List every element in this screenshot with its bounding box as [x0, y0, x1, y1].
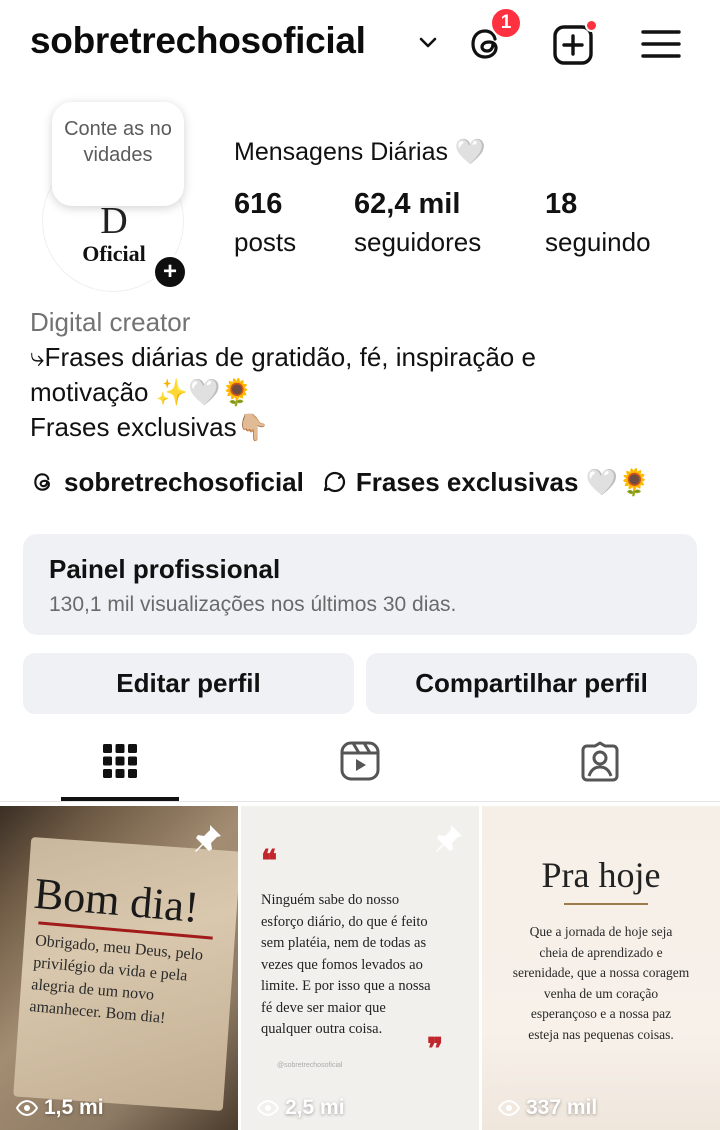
- stat-value: 18: [545, 188, 578, 220]
- dashboard-subtitle: 130,1 mil visualizações nos últimos 30 d…: [49, 593, 457, 616]
- create-notification-dot: [585, 19, 598, 32]
- edit-profile-button[interactable]: Editar perfil: [23, 653, 354, 714]
- open-quote-icon: ❝: [261, 845, 278, 878]
- top-bar: sobretrechosoficial 1: [0, 0, 720, 90]
- share-profile-button[interactable]: Compartilhar perfil: [366, 653, 697, 714]
- eye-icon: [498, 1099, 520, 1117]
- stat-value: 62,4 mil: [354, 188, 461, 220]
- broadcast-channel-icon: [323, 471, 345, 493]
- post-thumbnail[interactable]: ❝ Ninguém sabe do nosso esforço diário, …: [241, 806, 479, 1130]
- following-count[interactable]: 18 seguindo: [545, 188, 651, 258]
- post-underline: [564, 903, 648, 905]
- profile-full-name: Mensagens Diárias 🤍: [234, 138, 487, 166]
- profile-category: Digital creator: [30, 307, 191, 337]
- tab-reels[interactable]: [320, 734, 400, 788]
- post-handle: @sobretrechosoficial: [277, 1062, 343, 1069]
- post-view-count: 1,5 mi: [16, 1096, 104, 1120]
- channel-link[interactable]: Frases exclusivas 🤍🌻: [356, 467, 651, 498]
- stat-label: seguidores: [354, 227, 482, 257]
- threads-icon: [34, 473, 50, 491]
- close-quote-icon: ❞: [427, 1033, 444, 1066]
- stat-label: seguindo: [545, 227, 651, 257]
- pin-icon: [195, 825, 221, 852]
- grid-icon: [103, 744, 137, 778]
- threads-profile-link[interactable]: sobretrechosoficial: [64, 467, 304, 498]
- professional-dashboard[interactable]: Painel profissional 130,1 mil visualizaç…: [23, 534, 697, 635]
- eye-icon: [257, 1099, 279, 1117]
- post-views-value: 2,5 mi: [285, 1096, 345, 1119]
- post-views-value: 1,5 mi: [44, 1096, 104, 1119]
- eye-icon: [16, 1099, 38, 1117]
- profile-links: sobretrechosoficial Frases exclusivas 🤍🌻: [30, 462, 668, 502]
- stat-label: posts: [234, 227, 297, 257]
- stat-value: 616: [234, 188, 283, 220]
- post-body: Ninguém sabe do nosso esforço diário, do…: [261, 892, 431, 1037]
- posts-count[interactable]: 616 posts: [234, 188, 296, 258]
- threads-notification-badge: 1: [490, 7, 522, 39]
- post-thumbnail[interactable]: Pra hoje Que a jornada de hoje seja chei…: [482, 806, 720, 1130]
- add-story-button[interactable]: +: [152, 254, 188, 290]
- account-username[interactable]: sobretrechosoficial: [30, 20, 366, 62]
- tagged-icon: [581, 741, 619, 782]
- pin-icon: [436, 825, 462, 852]
- reels-icon: [340, 741, 380, 781]
- dashboard-title: Painel profissional: [49, 554, 281, 584]
- chevron-down-icon[interactable]: [416, 31, 440, 55]
- tabs-divider: [0, 801, 720, 802]
- followers-count[interactable]: 62,4 mil seguidores: [354, 188, 481, 258]
- hamburger-menu-icon[interactable]: [640, 24, 682, 64]
- post-thumbnail[interactable]: Bom dia! Obrigado, meu Deus, pelo privil…: [0, 806, 238, 1130]
- tab-posts-grid[interactable]: [80, 734, 160, 788]
- tab-tagged[interactable]: [560, 734, 640, 788]
- post-views-value: 337 mil: [526, 1096, 598, 1119]
- post-body: Que a jornada de hoje seja cheia de apre…: [512, 924, 690, 1042]
- profile-bio: ⤷Frases diárias de gratidão, fé, inspira…: [30, 342, 536, 442]
- note-bubble[interactable]: Conte as novidades: [52, 102, 184, 206]
- post-view-count: 337 mil: [498, 1096, 597, 1120]
- post-view-count: 2,5 mi: [257, 1096, 345, 1120]
- post-title: Pra hoje: [541, 855, 661, 895]
- post-body: Obrigado, meu Deus, pelo privilégio da v…: [28, 932, 204, 1027]
